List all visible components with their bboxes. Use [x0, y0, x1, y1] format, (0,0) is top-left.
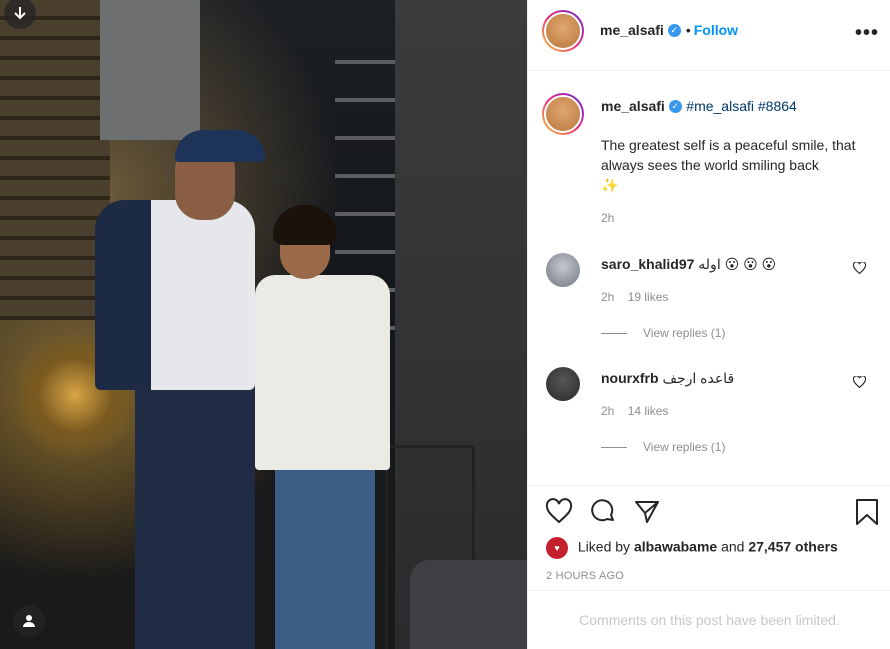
- comments-limited-notice: Comments on this post have been limited.: [579, 612, 840, 628]
- caption-hashtags[interactable]: #me_alsafi #8864: [686, 98, 797, 114]
- caption-text-block: The greatest self is a peaceful smile, t…: [601, 135, 871, 195]
- comment-body: nourxfrb قاعده ارجف: [601, 370, 734, 387]
- instagram-post: me_alsafi ✓ • Follow ••• me_alsafi ✓ #me_als…: [0, 0, 890, 649]
- view-replies-label: View replies (1): [643, 440, 726, 454]
- like-icon[interactable]: [545, 498, 573, 526]
- comment-icon[interactable]: [589, 498, 617, 526]
- more-options-icon[interactable]: •••: [855, 22, 879, 45]
- like-comment-icon[interactable]: [852, 375, 867, 391]
- comment-body: saro_khalid97 اوله 😮 😮 😮: [601, 256, 776, 273]
- comment-text: اوله 😮 😮 😮: [698, 256, 777, 272]
- woman-figure: [255, 205, 395, 649]
- commenter-avatar[interactable]: [546, 253, 580, 287]
- caption-emoji: ✨: [601, 177, 619, 193]
- caption-time[interactable]: 2h: [601, 211, 614, 225]
- liker-username[interactable]: albawabame: [634, 539, 717, 555]
- liker-avatar[interactable]: ♥: [546, 537, 568, 559]
- like-comment-icon[interactable]: [852, 261, 867, 277]
- commenter-avatar[interactable]: [546, 367, 580, 401]
- likes-and: and: [721, 538, 745, 555]
- caption-text: The greatest self is a peaceful smile, t…: [601, 137, 856, 173]
- view-replies-button[interactable]: View replies (1): [601, 326, 725, 340]
- tagged-user-icon[interactable]: [13, 605, 45, 637]
- post-timestamp[interactable]: 2 HOURS AGO: [546, 570, 624, 582]
- comment-time[interactable]: 2h: [601, 290, 614, 304]
- share-icon[interactable]: [633, 498, 661, 526]
- comment-likes[interactable]: 19 likes: [628, 290, 669, 304]
- building-left: [0, 0, 110, 320]
- caption-avatar[interactable]: [542, 93, 584, 135]
- comment-meta: 2h 19 likes: [601, 290, 668, 304]
- car: [410, 560, 527, 649]
- post-sidebar: me_alsafi ✓ • Follow ••• me_alsafi ✓ #me_als…: [527, 0, 890, 649]
- verified-icon: ✓: [667, 24, 681, 38]
- building-center: [100, 0, 200, 140]
- author-username[interactable]: me_alsafi: [600, 22, 664, 38]
- actions-divider: [528, 485, 890, 486]
- commenter-username[interactable]: saro_khalid97: [601, 256, 694, 272]
- view-replies-button[interactable]: View replies (1): [601, 440, 725, 454]
- verified-icon: ✓: [668, 100, 682, 114]
- comment-text: قاعده ارجف: [662, 370, 735, 386]
- comment-likes[interactable]: 14 likes: [628, 404, 669, 418]
- post-header: me_alsafi ✓ • Follow •••: [528, 0, 890, 71]
- save-icon[interactable]: [853, 498, 881, 526]
- likes-line: ♥ Liked by albawabame and 27,457 others: [546, 537, 838, 559]
- comments-limited-area: Comments on this post have been limited.: [528, 590, 890, 649]
- follow-button[interactable]: Follow: [694, 22, 738, 38]
- author-avatar[interactable]: [542, 10, 584, 52]
- likes-prefix: Liked by: [577, 538, 631, 555]
- caption-username[interactable]: me_alsafi: [601, 98, 665, 114]
- author-line: me_alsafi ✓ • Follow: [600, 22, 738, 40]
- comment-time[interactable]: 2h: [601, 404, 614, 418]
- separator-dot: •: [685, 22, 691, 38]
- view-replies-label: View replies (1): [643, 326, 726, 340]
- post-photo[interactable]: [0, 0, 527, 649]
- likes-others[interactable]: 27,457 others: [748, 539, 838, 555]
- comment-meta: 2h 14 likes: [601, 404, 668, 418]
- caption-header: me_alsafi ✓ #me_alsafi #8864: [601, 98, 797, 116]
- commenter-username[interactable]: nourxfrb: [601, 370, 659, 386]
